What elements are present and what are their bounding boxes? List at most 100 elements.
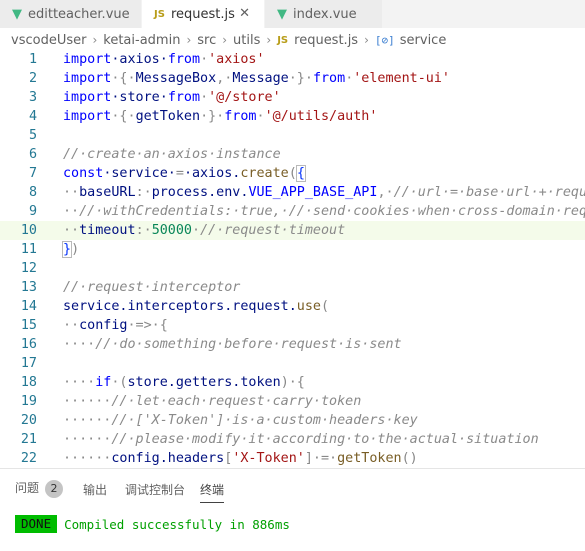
code-line[interactable]: 11}) (0, 240, 585, 259)
tab-index-vue[interactable]: ▼ index.vue (265, 0, 382, 28)
chevron-right-icon: › (222, 33, 228, 47)
line-number: 10 (20, 223, 37, 238)
code-token: getToken (135, 109, 201, 124)
code-token: config.headers (111, 451, 225, 466)
chevron-right-icon: › (266, 33, 272, 47)
code-line[interactable]: 9 ··//·withCredentials:·true,·//·send·coo… (0, 202, 585, 221)
code-line[interactable]: 5 (0, 126, 585, 145)
code-token: //·['X-Token']·is·a·custom·headers·key (111, 413, 418, 428)
code-line[interactable]: 13 //·request·interceptor (0, 278, 585, 297)
code-line[interactable]: 14 service.interceptors.request.use( (0, 297, 585, 316)
code-line[interactable]: 8 ··baseURL:·process.env.VUE_APP_BASE_API… (0, 183, 585, 202)
code-line[interactable]: 18 ····if·(store.getters.token)·{ (0, 373, 585, 392)
code-token: use (296, 299, 321, 314)
code-line[interactable]: 17 (0, 354, 585, 373)
line-number: 5 (28, 128, 37, 143)
code-token: ······ (63, 413, 112, 428)
line-number: 18 (20, 375, 37, 390)
code-token: //·please·modify·it·according·to·the·act… (111, 432, 539, 447)
tab-label: 调试控制台 (125, 483, 186, 497)
code-token: //·create·an·axios·instance (63, 147, 281, 162)
breadcrumb-item[interactable]: vscodeUser (11, 33, 86, 48)
terminal-message: Compiled successfully in 886ms (64, 516, 290, 532)
breadcrumb-item[interactable]: src (197, 33, 216, 48)
variable-symbol-icon: [⊘] (374, 33, 395, 47)
code-token: //·request·interceptor (63, 280, 241, 295)
code-token: 50000 (151, 223, 192, 238)
line-number: 4 (28, 109, 37, 124)
breadcrumb-item[interactable]: utils (233, 33, 260, 48)
line-number: 12 (20, 261, 37, 276)
code-token: ]·=· (304, 451, 338, 466)
code-token: } (61, 241, 73, 258)
terminal-output[interactable]: DONE Compiled successfully in 886ms (15, 515, 290, 533)
code-line[interactable]: 15 ··config·=>·{ (0, 316, 585, 335)
code-text: import·{·getToken·}·from·'@/utils/auth' (63, 107, 377, 126)
code-line[interactable]: 12 (0, 259, 585, 278)
code-token: ,· (377, 185, 394, 200)
tab-output[interactable]: 输出 (83, 481, 107, 498)
code-token: :· (135, 223, 152, 238)
tab-request-js[interactable]: JS request.js ✕ (142, 0, 264, 28)
code-token: ·}· (200, 109, 225, 124)
code-line[interactable]: 3 import·store·from·'@/store' (0, 88, 585, 107)
line-number: 11 (20, 242, 37, 257)
code-token: store.getters.token (127, 375, 281, 390)
vue-icon: ▼ (12, 6, 22, 22)
code-text: import·{·MessageBox,·Message·}·from·'ele… (63, 69, 450, 88)
js-icon: JS (277, 34, 289, 46)
code-line[interactable]: 10 ··timeout:·50000·//·request·timeout (0, 221, 585, 240)
code-token: 'element-ui' (353, 71, 450, 86)
breadcrumb-file[interactable]: request.js (294, 33, 358, 48)
code-text: import·store·from·'@/store' (63, 88, 281, 107)
code-token: //·let·each·request·carry·token (111, 394, 362, 409)
code-line[interactable]: 20 ······//·['X-Token']·is·a·custom·heade… (0, 411, 585, 430)
line-number: 19 (20, 394, 37, 409)
code-text: ······config.headers['X-Token']·=·getTok… (63, 449, 418, 468)
code-token: 'X-Token' (232, 451, 305, 466)
code-text: ······//·please·modify·it·according·to·t… (63, 430, 539, 449)
tab-problems[interactable]: 问题 2 (15, 479, 64, 498)
code-line[interactable]: 21 ······//·please·modify·it·according·to… (0, 430, 585, 449)
code-line[interactable]: 19 ······//·let·each·request·carry·token (0, 392, 585, 411)
code-token: ·· (63, 204, 80, 219)
line-number: 13 (20, 280, 37, 295)
tab-editteacher-vue[interactable]: ▼ editteacher.vue (0, 0, 141, 28)
code-line[interactable]: 22 ······config.headers['X-Token']·=·getT… (0, 449, 585, 468)
code-token: process.env. (151, 185, 249, 200)
code-line[interactable]: 6 //·create·an·axios·instance (0, 145, 585, 164)
line-number: 16 (20, 337, 37, 352)
code-token: ) (71, 242, 80, 257)
code-token: · (192, 223, 201, 238)
tab-label: editteacher.vue (28, 6, 130, 22)
code-text: import·axios·from·'axios' (63, 50, 265, 69)
line-number: 8 (28, 185, 37, 200)
code-line[interactable]: 4 import·{·getToken·}·from·'@/utils/auth' (0, 107, 585, 126)
code-token: = (175, 166, 184, 181)
code-editor[interactable]: 1 import·axios·from·'axios' 2 import·{·Mess… (0, 50, 585, 468)
tab-debug-console[interactable]: 调试控制台 (125, 481, 185, 498)
breadcrumb-item[interactable]: ketai-admin (103, 33, 180, 48)
code-token: import (63, 90, 112, 105)
line-number: 14 (20, 299, 37, 314)
close-icon[interactable]: ✕ (239, 6, 250, 21)
line-number: 15 (20, 318, 37, 333)
code-token: ·( (111, 375, 128, 390)
breadcrumb-symbol[interactable]: service (400, 33, 447, 48)
code-line[interactable]: 7 const·service·=·axios.create({ (0, 164, 585, 183)
code-text: }) (61, 240, 80, 259)
code-line[interactable]: 2 import·{·MessageBox,·Message·}·from·'el… (0, 69, 585, 88)
code-token: //·do·something·before·request·is·sent (95, 337, 402, 352)
line-number: 21 (20, 432, 37, 447)
code-token: '@/store' (208, 90, 281, 105)
code-token: ( (288, 166, 297, 181)
line-number: 1 (28, 52, 37, 67)
code-line[interactable]: 1 import·axios·from·'axios' (0, 50, 585, 69)
code-line[interactable]: 16 ····//·do·something·before·request·is·… (0, 335, 585, 354)
code-token: ······ (63, 451, 112, 466)
code-token: ·· (63, 318, 80, 333)
editor-tab-bar: ▼ editteacher.vue JS request.js ✕ ▼ inde… (0, 0, 585, 28)
code-token: ······ (63, 432, 112, 447)
code-text: ··config·=>·{ (63, 316, 168, 335)
tab-terminal[interactable]: 终端 (200, 481, 225, 503)
